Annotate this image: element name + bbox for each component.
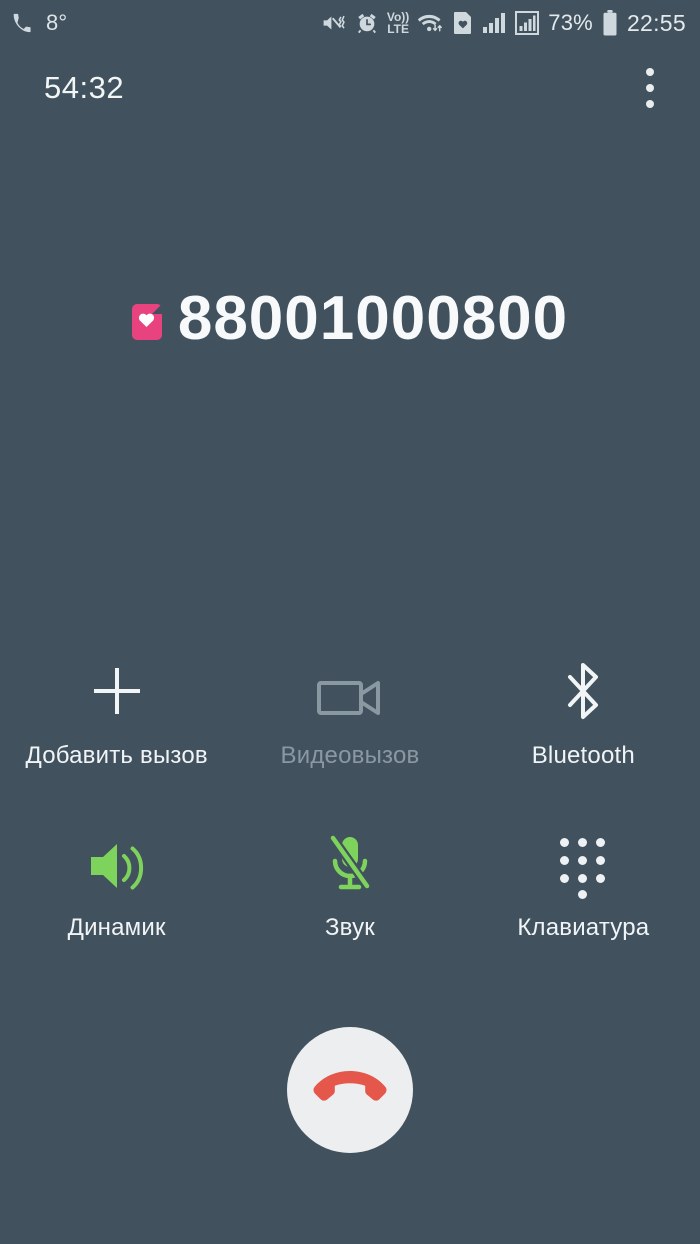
bluetooth-icon	[560, 660, 606, 722]
alarm-clock-icon	[356, 12, 378, 34]
microphone-off-icon	[325, 832, 375, 894]
end-call-handset-icon	[312, 1067, 388, 1114]
phone-handset-icon	[12, 13, 32, 33]
dialpad-dot	[596, 838, 606, 847]
volte-icon: Vo)) LTE	[387, 11, 409, 35]
end-call-button[interactable]	[287, 1027, 413, 1153]
signal-bars-sim2-icon	[515, 11, 540, 35]
action-mute[interactable]: Звук	[233, 832, 466, 942]
action-speaker[interactable]: Динамик	[0, 832, 233, 942]
dialpad-dot	[596, 874, 606, 883]
more-options-button[interactable]	[628, 60, 672, 116]
plus-icon	[86, 660, 148, 722]
volte-bottom-label: LTE	[387, 22, 409, 36]
sim-heart-icon	[453, 11, 473, 35]
overflow-dot	[646, 84, 654, 92]
sim-heart-icon	[131, 304, 162, 340]
dialpad-icon	[554, 832, 612, 899]
action-label: Динамик	[67, 914, 166, 941]
status-bar-right: Vo)) LTE 73% 22:55	[321, 10, 686, 37]
action-label: Звук	[324, 914, 375, 941]
overflow-dot	[646, 68, 654, 76]
overflow-dot	[646, 100, 654, 108]
action-label: Добавить вызов	[25, 742, 208, 769]
action-bluetooth[interactable]: Bluetooth	[467, 660, 700, 770]
dialpad-dot	[596, 856, 606, 865]
call-duration: 54:32	[44, 70, 125, 105]
call-header: 54:32	[0, 46, 700, 130]
action-label: Видеовызов	[280, 742, 420, 769]
wifi-transfer-icon	[418, 12, 444, 34]
dialpad-dots	[554, 832, 612, 899]
battery-percentage: 73%	[548, 10, 593, 35]
dialpad-dot	[578, 874, 588, 883]
action-label: Клавиатура	[517, 914, 650, 941]
dialpad-dot	[578, 838, 588, 847]
dialpad-dot	[578, 856, 588, 865]
callee-info: 88001000800	[0, 288, 700, 350]
action-video-call[interactable]: Видеовызов	[233, 660, 466, 770]
dialpad-dot	[560, 856, 570, 865]
dialpad-dot	[578, 890, 588, 899]
sound-off-vibrate-icon	[321, 12, 347, 34]
signal-bars-sim1-icon	[482, 12, 506, 34]
dialpad-dot	[560, 874, 570, 883]
dialpad-dot	[560, 838, 570, 847]
phone-number: 88001000800	[177, 284, 569, 353]
weather-temperature: 8°	[46, 10, 68, 35]
status-bar-clock: 22:55	[626, 9, 686, 36]
call-actions-grid: Добавить вызов Видеовызов Bluetooth Дина…	[0, 660, 700, 942]
action-keypad[interactable]: Клавиатура	[467, 832, 700, 942]
video-camera-icon	[316, 660, 384, 722]
status-bar-left: 8°	[12, 10, 67, 36]
status-bar: 8° Vo)) LTE 73% 22:55	[0, 0, 700, 46]
action-label: Bluetooth	[531, 742, 635, 769]
battery-icon	[602, 10, 618, 36]
speaker-icon	[86, 832, 148, 894]
heart-glyph	[138, 312, 155, 333]
action-add-call[interactable]: Добавить вызов	[0, 660, 233, 770]
